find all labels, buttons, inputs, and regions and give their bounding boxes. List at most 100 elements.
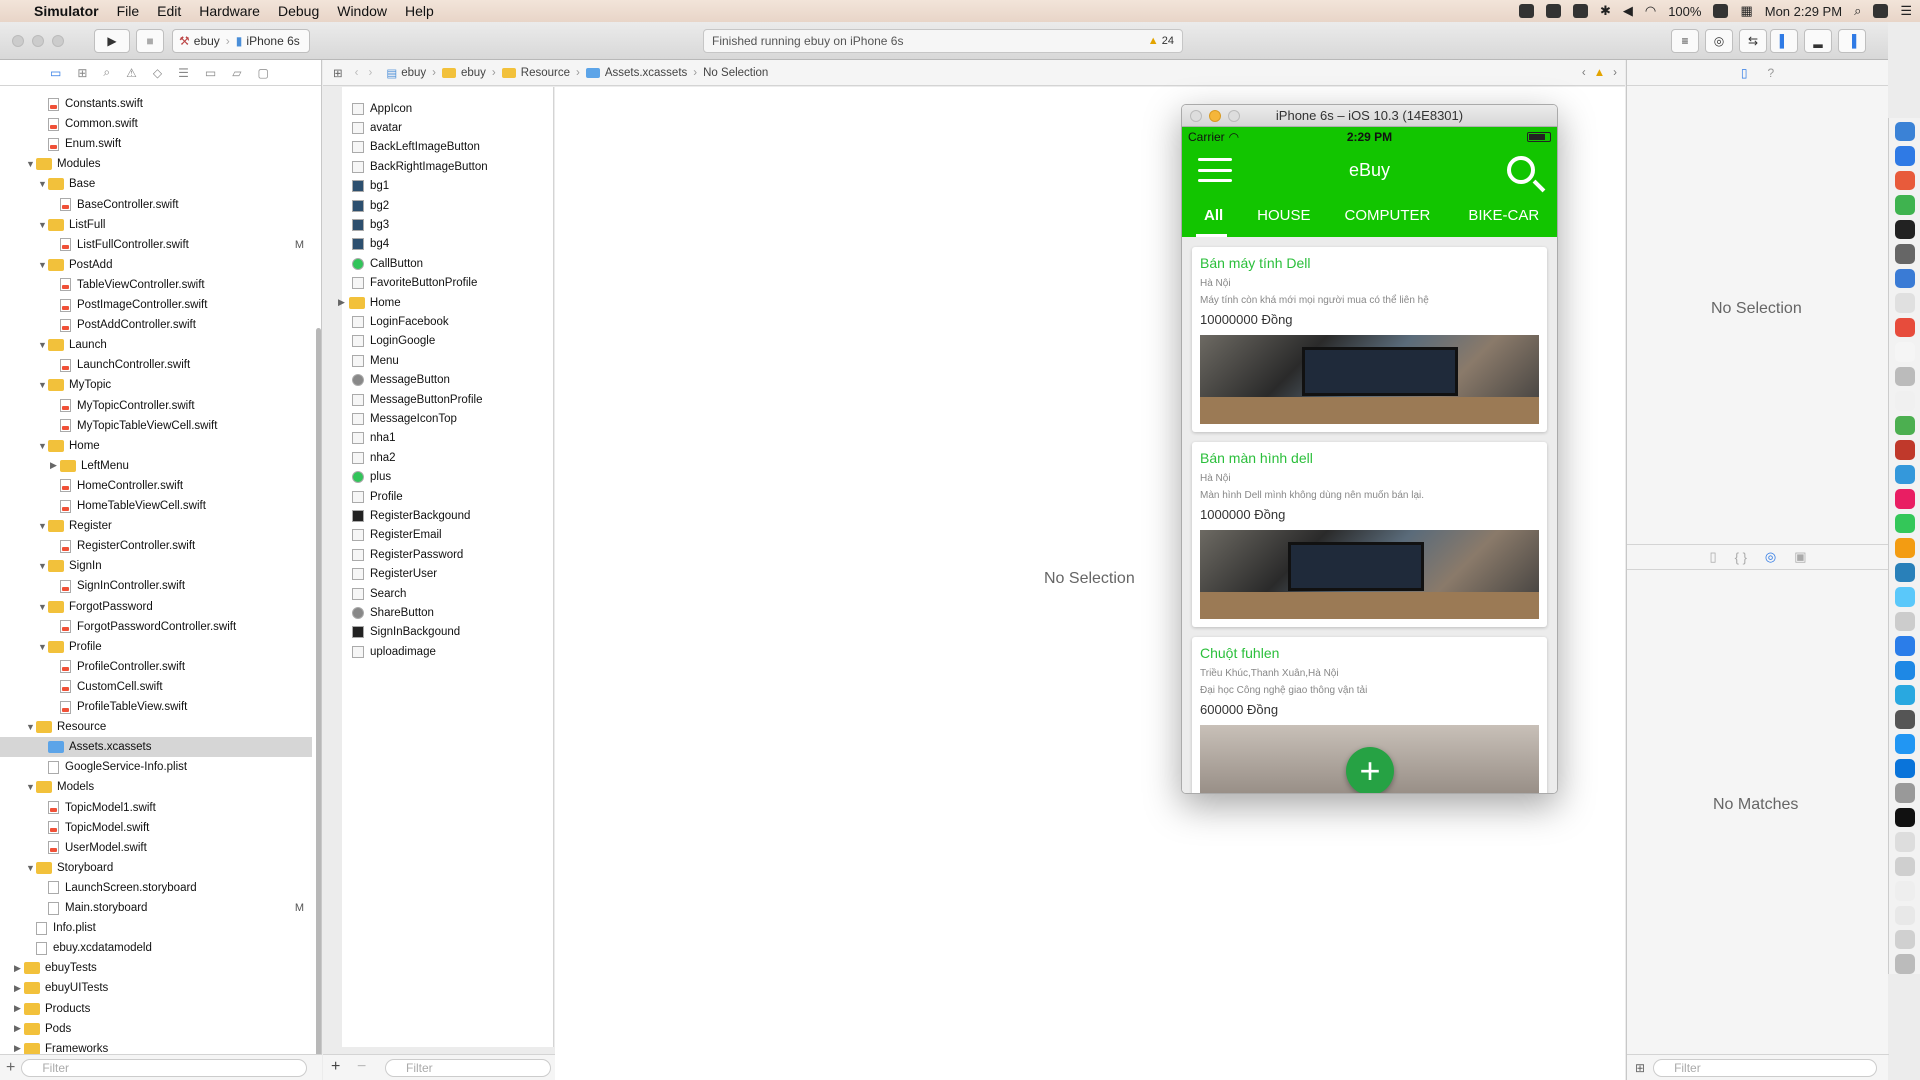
navigator-row[interactable]: ▼ Modules bbox=[0, 154, 312, 174]
minimize-window-button[interactable] bbox=[32, 34, 44, 47]
tab-bike-car[interactable]: BIKE-CAR bbox=[1446, 193, 1555, 237]
dock-app-icon[interactable] bbox=[1894, 366, 1915, 387]
asset-item[interactable]: LoginGoogle bbox=[352, 332, 435, 351]
navigator-row[interactable]: ▼ PostAdd bbox=[0, 255, 312, 275]
hamburger-menu-icon[interactable] bbox=[1198, 158, 1232, 182]
issue-nav-icon[interactable]: ◇ bbox=[153, 66, 162, 80]
wifi-icon[interactable]: ◠ bbox=[1645, 3, 1656, 19]
asset-item[interactable]: plus bbox=[352, 468, 391, 487]
navigator-row[interactable]: UserModel.swift bbox=[0, 838, 312, 858]
asset-item[interactable]: bg1 bbox=[352, 177, 389, 196]
navigator-row[interactable]: ▼ Launch bbox=[0, 335, 312, 355]
navigator-scrollbar[interactable] bbox=[316, 328, 321, 1080]
toggle-navigator-button[interactable]: ▌ bbox=[1770, 29, 1798, 53]
crumb-selection[interactable]: No Selection bbox=[703, 67, 768, 79]
asset-item[interactable]: bg3 bbox=[352, 215, 389, 234]
object-library-icon[interactable]: ◎ bbox=[1765, 549, 1776, 565]
asset-item[interactable]: RegisterUser bbox=[352, 565, 437, 584]
add-post-button[interactable]: + bbox=[1346, 747, 1394, 793]
input-flag-icon[interactable]: ▦ bbox=[1740, 3, 1752, 19]
asset-item[interactable]: nha2 bbox=[352, 448, 396, 467]
crumb-group-resource[interactable]: Resource bbox=[501, 67, 570, 79]
navigator-row[interactable]: ▼ MyTopic bbox=[0, 375, 312, 395]
dock-app-icon[interactable] bbox=[1894, 954, 1915, 974]
dock-app-icon[interactable] bbox=[1894, 513, 1915, 534]
disclosure-open-icon[interactable]: ▼ bbox=[38, 602, 48, 612]
dock-app-icon[interactable] bbox=[1894, 929, 1915, 950]
disclosure-open-icon[interactable]: ▼ bbox=[38, 179, 48, 189]
dock-app-icon[interactable] bbox=[1894, 636, 1915, 656]
back-icon[interactable]: ‹ bbox=[355, 67, 359, 79]
symbol-nav-icon[interactable]: ⌕ bbox=[103, 65, 110, 80]
test-nav-icon[interactable]: ☰ bbox=[178, 66, 189, 80]
dock-app-icon[interactable] bbox=[1894, 489, 1915, 509]
navigator-row[interactable]: ▼ Resource bbox=[0, 717, 312, 737]
navigator-row[interactable]: HomeController.swift bbox=[0, 476, 312, 496]
menu-debug[interactable]: Debug bbox=[278, 3, 319, 19]
asset-item[interactable]: ShareButton bbox=[352, 603, 434, 622]
file-template-icon[interactable]: ▯ bbox=[1709, 549, 1716, 565]
asset-item[interactable]: Menu bbox=[352, 351, 399, 370]
dock-app-icon[interactable] bbox=[1894, 415, 1915, 436]
dock-app-icon[interactable] bbox=[1894, 734, 1915, 754]
spotlight-icon[interactable]: ⌕ bbox=[1854, 3, 1861, 19]
dock-app-icon[interactable] bbox=[1894, 807, 1915, 828]
asset-item[interactable]: RegisterBackgound bbox=[352, 506, 470, 525]
disclosure-open-icon[interactable]: ▼ bbox=[38, 561, 48, 571]
user-avatar-icon[interactable] bbox=[1873, 4, 1889, 18]
breakpoint-nav-icon[interactable]: ▱ bbox=[232, 66, 241, 80]
dock-app-icon[interactable] bbox=[1894, 170, 1915, 191]
navigator-row[interactable]: ▶ ebuyTests bbox=[0, 958, 312, 978]
close-window-button[interactable] bbox=[12, 34, 24, 47]
navigator-row[interactable]: ▼ Profile bbox=[0, 637, 312, 657]
run-button[interactable]: ▶ bbox=[94, 28, 130, 53]
dock-app-icon[interactable] bbox=[1894, 219, 1915, 240]
navigator-row[interactable]: ▶ Pods bbox=[0, 1019, 312, 1039]
zoom-window-button[interactable] bbox=[52, 34, 64, 47]
dock-app-icon[interactable] bbox=[1894, 758, 1915, 779]
asset-item[interactable]: nha1 bbox=[352, 429, 396, 448]
navigator-row[interactable]: LaunchController.swift bbox=[0, 355, 312, 375]
dock-app-icon[interactable] bbox=[1894, 709, 1915, 730]
sim-zoom-button[interactable] bbox=[1228, 110, 1240, 122]
dock-app-icon[interactable] bbox=[1894, 440, 1915, 460]
asset-item[interactable]: MessageIconTop bbox=[352, 409, 457, 428]
toggle-debug-button[interactable]: ▂ bbox=[1804, 29, 1832, 53]
navigator-row[interactable]: ▼ ListFull bbox=[0, 215, 312, 235]
status-app-icon[interactable] bbox=[1518, 4, 1534, 18]
asset-item[interactable]: LoginFacebook bbox=[352, 312, 449, 331]
add-icon[interactable]: + bbox=[6, 1059, 15, 1077]
add-asset-icon[interactable]: + bbox=[331, 1058, 340, 1076]
disclosure-open-icon[interactable]: ▼ bbox=[38, 340, 48, 350]
navigator-filter-input[interactable]: Filter bbox=[21, 1058, 308, 1077]
asset-item[interactable]: uploadimage bbox=[352, 642, 436, 661]
toggle-inspector-button[interactable]: ▐ bbox=[1838, 29, 1866, 53]
disclosure-closed-icon[interactable]: ▶ bbox=[14, 983, 24, 994]
dock-app-icon[interactable] bbox=[1894, 293, 1915, 313]
prev-issue-icon[interactable]: ‹ bbox=[1582, 67, 1586, 79]
asset-item[interactable]: bg2 bbox=[352, 196, 389, 215]
navigator-row[interactable]: PostImageController.swift bbox=[0, 295, 312, 315]
disclosure-open-icon[interactable]: ▼ bbox=[38, 642, 48, 652]
dock-app-icon[interactable] bbox=[1894, 660, 1915, 681]
navigator-row[interactable]: TableViewController.swift bbox=[0, 275, 312, 295]
asset-item[interactable]: MessageButtonProfile bbox=[352, 390, 483, 409]
disclosure-open-icon[interactable]: ▼ bbox=[26, 863, 36, 873]
menu-clock[interactable]: Mon 2:29 PM bbox=[1765, 4, 1842, 19]
navigator-row[interactable]: ▶ ebuyUITests bbox=[0, 978, 312, 998]
dock-app-icon[interactable] bbox=[1894, 268, 1915, 289]
library-filter-input[interactable]: Filter bbox=[1653, 1058, 1878, 1077]
asset-item[interactable]: BackLeftImageButton bbox=[352, 138, 480, 157]
remove-asset-icon[interactable]: − bbox=[357, 1058, 366, 1076]
sim-close-button[interactable] bbox=[1190, 110, 1202, 122]
media-library-icon[interactable]: ▣ bbox=[1794, 549, 1806, 565]
battery-icon[interactable] bbox=[1713, 4, 1729, 18]
navigator-row[interactable]: MyTopicTableViewCell.swift bbox=[0, 416, 312, 436]
tab-all[interactable]: All bbox=[1182, 193, 1241, 237]
asset-item[interactable]: MessageButton bbox=[352, 371, 450, 390]
disclosure-closed-icon[interactable]: ▶ bbox=[14, 1043, 24, 1054]
standard-editor-button[interactable]: ≡ bbox=[1671, 29, 1699, 53]
asset-item[interactable]: Profile bbox=[352, 487, 403, 506]
dock-app-icon[interactable] bbox=[1894, 195, 1915, 215]
disclosure-open-icon[interactable]: ▼ bbox=[26, 782, 36, 792]
